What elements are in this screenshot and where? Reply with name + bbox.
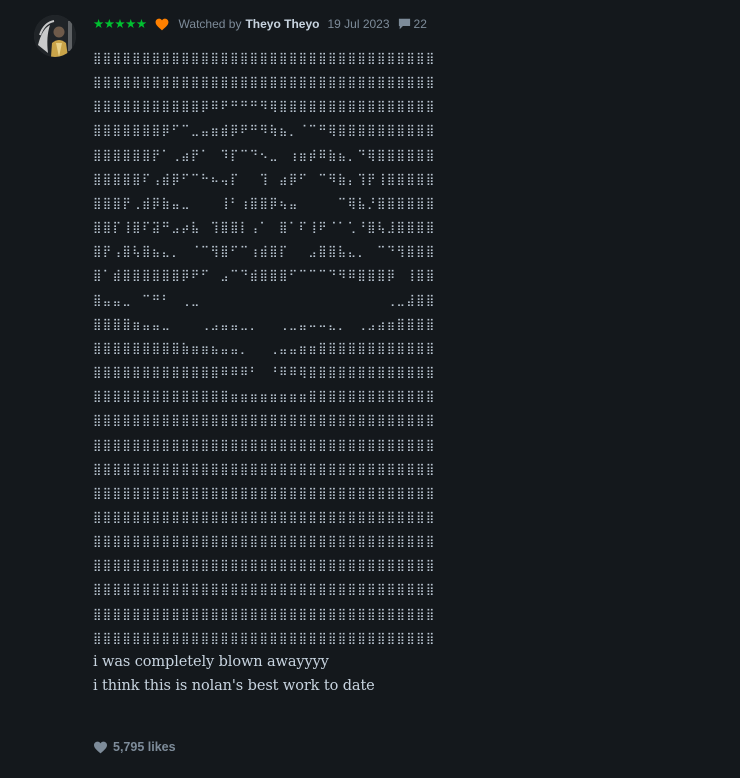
heart-icon [155,17,169,31]
likes-link[interactable]: 5,795 likes [93,740,176,754]
avatar[interactable] [34,15,76,57]
review-body: ⣿⣿⣿⣿⣿⣿⣿⣿⣿⣿⣿⣿⣿⣿⣿⣿⣿⣿⣿⣿⣿⣿⣿⣿⣿⣿⣿⣿⣿⣿⣿⣿⣿⣿⣿ ⣿⣿⣿⣿… [93,46,713,698]
watched-date[interactable]: 19 Jul 2023 [327,16,389,32]
review-text-line: i was completely blown awayyyy [93,653,329,670]
watched-by-label: Watched by [178,17,242,31]
reviewer-name-link[interactable]: Theyo Theyo [245,16,319,32]
avatar-image [34,15,76,57]
rating-stars: ★★★★★ [93,16,147,31]
comment-count: 22 [413,17,427,31]
review-meta: ★★★★★ Watched by Theyo Theyo 19 Jul 2023… [93,16,427,32]
comments-link[interactable]: 22 [398,16,427,32]
heart-icon [94,741,107,753]
ascii-art: ⣿⣿⣿⣿⣿⣿⣿⣿⣿⣿⣿⣿⣿⣿⣿⣿⣿⣿⣿⣿⣿⣿⣿⣿⣿⣿⣿⣿⣿⣿⣿⣿⣿⣿⣿ ⣿⣿⣿⣿… [93,51,436,645]
speech-bubble-icon [398,18,410,30]
review-text-line: i think this is nolan's best work to dat… [93,677,375,694]
like-count: 5,795 likes [113,740,176,754]
